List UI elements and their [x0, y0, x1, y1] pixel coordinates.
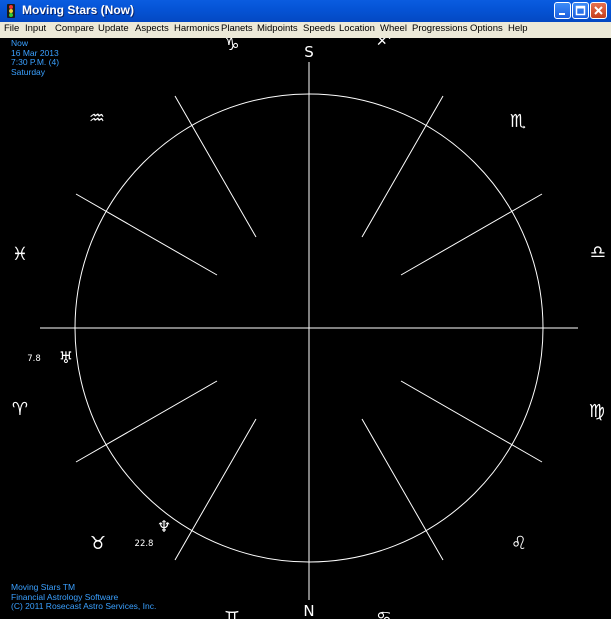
chart-weekday: Saturday — [11, 66, 46, 77]
capricorn-icon: ♑ — [224, 38, 239, 55]
menu-wheel[interactable]: Wheel — [380, 23, 407, 34]
menu-bar: File Input Compare Update Aspects Harmon… — [0, 22, 611, 39]
uranus-icon[interactable]: ♅ — [59, 348, 73, 367]
astro-wheel: S N ♑ ♐ ♏ ♎ ♍ ♌ ♋ ♊ ♉ ♈ ♓ ♒ ♅ 7.8 ♆ 22.8 — [12, 38, 606, 619]
title-bar[interactable]: Moving Stars (Now) — [0, 0, 611, 22]
menu-harmonics[interactable]: Harmonics — [174, 23, 219, 34]
taurus-icon: ♉ — [90, 533, 106, 554]
neptune-degree: 22.8 — [135, 539, 154, 549]
sagittarius-icon: ♐ — [376, 38, 391, 50]
house-cusp-line — [75, 193, 218, 276]
menu-update[interactable]: Update — [98, 23, 129, 34]
minimize-icon — [559, 13, 565, 15]
axis-south-label: S — [304, 43, 314, 61]
virgo-icon: ♍ — [589, 401, 605, 422]
menu-options[interactable]: Options — [470, 23, 503, 34]
house-cusp-line — [174, 418, 257, 561]
minimize-button[interactable] — [554, 2, 571, 19]
leo-icon: ♌ — [511, 533, 527, 554]
scorpio-icon: ♏ — [510, 111, 526, 132]
house-cusp-line — [174, 95, 257, 238]
neptune-icon[interactable]: ♆ — [157, 517, 171, 536]
menu-compare[interactable]: Compare — [55, 23, 94, 34]
house-cusp-line — [361, 418, 444, 561]
menu-help[interactable]: Help — [508, 23, 528, 34]
menu-progressions[interactable]: Progressions — [412, 23, 467, 34]
close-button[interactable] — [590, 2, 607, 19]
maximize-button[interactable] — [572, 2, 589, 19]
chart-canvas[interactable]: S N ♑ ♐ ♏ ♎ ♍ ♌ ♋ ♊ ♉ ♈ ♓ ♒ ♅ 7.8 ♆ 22.8 — [0, 38, 611, 619]
house-cusp-line — [75, 380, 218, 463]
close-icon — [594, 6, 603, 15]
gemini-icon: ♊ — [224, 608, 240, 619]
menu-location[interactable]: Location — [339, 23, 375, 34]
house-cusp-line — [400, 380, 543, 463]
libra-icon: ♎ — [590, 242, 606, 263]
window-title: Moving Stars (Now) — [22, 3, 135, 17]
menu-file[interactable]: File — [4, 23, 19, 34]
app-window: Moving Stars (Now) File Input Compare Up… — [0, 0, 611, 619]
aries-icon: ♈ — [12, 399, 28, 420]
house-cusp-line — [400, 193, 543, 276]
uranus-degree: 7.8 — [27, 354, 41, 364]
menu-speeds[interactable]: Speeds — [303, 23, 335, 34]
maximize-icon — [575, 5, 586, 16]
chart-footer-info: Moving Stars TM Financial Astrology Soft… — [11, 582, 157, 612]
menu-planets[interactable]: Planets — [221, 23, 253, 34]
menu-aspects[interactable]: Aspects — [135, 23, 169, 34]
axis-north-label: N — [303, 602, 314, 619]
pisces-icon: ♓ — [12, 244, 28, 265]
aquarius-icon: ♒ — [89, 108, 105, 129]
chart-header-info: Now 16 Mar 2013 7:30 P.M. (4) Saturday — [11, 38, 59, 77]
menu-midpoints[interactable]: Midpoints — [257, 23, 298, 34]
menu-input[interactable]: Input — [25, 23, 46, 34]
cancer-icon: ♋ — [376, 608, 392, 619]
house-cusp-line — [361, 95, 444, 238]
app-icon[interactable] — [3, 3, 19, 19]
copyright: (C) 2011 Rosecast Astro Services, Inc. — [11, 601, 157, 611]
